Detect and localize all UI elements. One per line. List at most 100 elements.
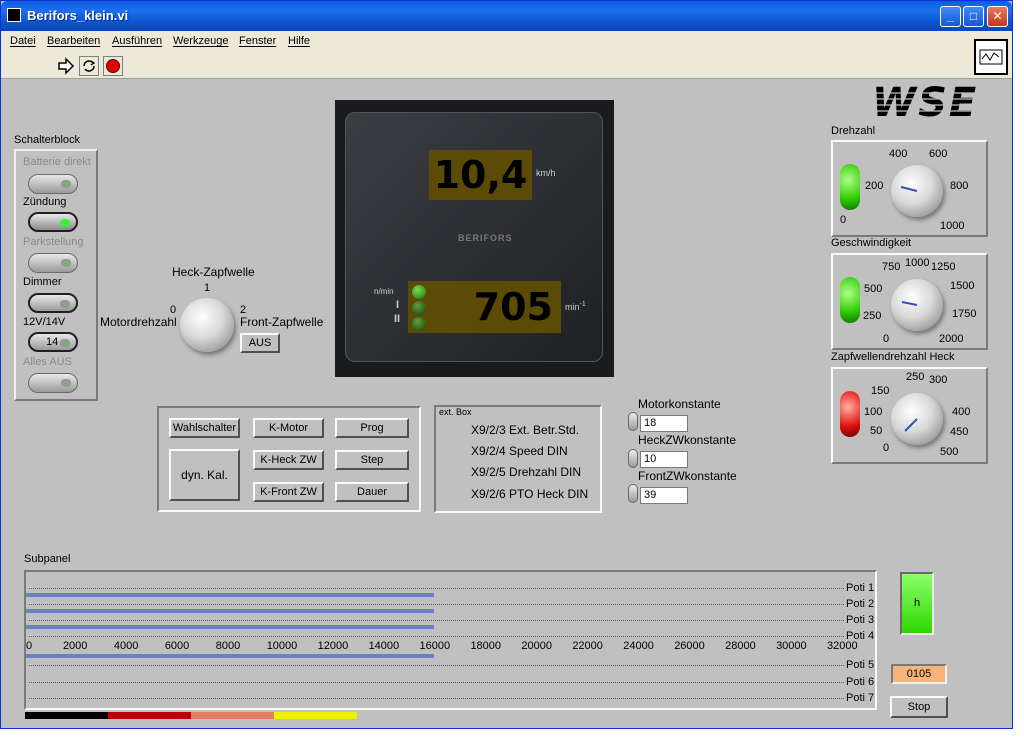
switch-alles-aus[interactable] <box>28 373 78 393</box>
zapfwelle-tick: 500 <box>940 446 959 458</box>
abort-execution-icon[interactable] <box>103 56 123 76</box>
dauer-button[interactable]: Dauer <box>335 482 409 502</box>
poti-scale-label: 32000 <box>827 640 858 652</box>
menu-datei[interactable]: Datei <box>10 35 36 47</box>
title-bar[interactable]: Berifors_klein.vi _ □ ✕ <box>1 1 1012 31</box>
zapfwelle-knob[interactable] <box>891 393 943 445</box>
color-strip <box>25 712 357 719</box>
k-motor-button[interactable]: K-Motor <box>253 418 324 438</box>
poti-track[interactable] <box>29 665 844 666</box>
poti-scale-label: 14000 <box>368 640 400 652</box>
poti-label: Poti 7 <box>846 692 875 704</box>
zapfwelle-tick: 50 <box>870 425 883 437</box>
gauge-drehzahl-title: Drehzahl <box>831 125 876 137</box>
geschwindigkeit-tick: 1500 <box>950 280 975 292</box>
gauge-zapfwelle: 0 50 100 150 250 300 400 450 500 <box>831 367 988 464</box>
geschwindigkeit-tick: 2000 <box>939 333 964 345</box>
switch-label-dimmer: Dimmer <box>23 276 62 288</box>
row-label-ii: II <box>394 313 401 325</box>
heckzwkonstante-input[interactable]: 10 <box>640 451 688 468</box>
poti-3-bar[interactable] <box>26 625 434 629</box>
minimize-button[interactable]: _ <box>940 6 961 27</box>
row-label-i: I <box>396 299 400 311</box>
poti-track[interactable] <box>29 636 844 637</box>
geschwindigkeit-led <box>840 277 860 323</box>
heckzwkonstante-label: HeckZWkonstante <box>638 433 737 447</box>
speed-unit: km/h <box>536 168 556 178</box>
switch-batterie-direkt[interactable] <box>28 174 78 194</box>
zapfwelle-tick: 300 <box>929 374 948 386</box>
k-front-zw-button[interactable]: K-Front ZW <box>253 482 324 502</box>
drehzahl-knob[interactable] <box>891 165 943 217</box>
frontzwkonstante-spinner[interactable] <box>628 484 638 503</box>
berifors-display: 10,4 km/h BERIFORS 705 min-1 n/min I II <box>335 100 614 377</box>
stop-button[interactable]: Stop <box>890 696 948 718</box>
motorkonstante-label: Motorkonstante <box>638 397 721 411</box>
switch-parkstellung[interactable] <box>28 253 78 273</box>
ext-box-title: ext. Box <box>439 407 472 417</box>
menu-ausfuehren[interactable]: Ausführen <box>112 35 162 47</box>
ext-box-panel: ext. Box X9/2/3 Ext. Betr.Std. X9/2/4 Sp… <box>434 405 602 513</box>
switch-label-batterie: Batterie direkt <box>23 156 91 168</box>
zapfwelle-selector-knob[interactable] <box>180 298 234 352</box>
poti-track[interactable] <box>29 698 844 699</box>
zapfwelle-tick: 0 <box>883 442 890 454</box>
menu-bearbeiten[interactable]: Bearbeiten <box>47 35 100 47</box>
close-button[interactable]: ✕ <box>987 6 1008 27</box>
poti-scale-label: 12000 <box>317 640 349 652</box>
run-arrow-icon[interactable] <box>56 56 76 76</box>
switch-label-12v14v: 12V/14V <box>23 316 66 328</box>
indicator-led-1 <box>412 285 426 299</box>
k-heck-zw-button[interactable]: K-Heck ZW <box>253 450 324 470</box>
gauge-drehzahl: 0 200 400 600 800 1000 <box>831 140 988 237</box>
subpanel-title: Subpanel <box>24 553 71 565</box>
ext-box-line: X9/2/3 Ext. Betr.Std. <box>471 423 580 437</box>
run-continuously-icon[interactable] <box>79 56 99 76</box>
dyn-kal-button[interactable]: dyn. Kal. <box>169 449 240 501</box>
vi-connector-icon[interactable] <box>974 39 1008 75</box>
frontzwkonstante-input[interactable]: 39 <box>640 487 688 504</box>
zapfwelle-tick: 250 <box>906 371 925 383</box>
poti-1-bar[interactable] <box>26 593 434 597</box>
brand-label: BERIFORS <box>458 233 513 243</box>
heckzwkonstante-spinner[interactable] <box>628 449 638 468</box>
geschwindigkeit-tick: 0 <box>883 333 890 345</box>
menu-werkzeuge[interactable]: Werkzeuge <box>173 35 228 47</box>
switch-12v14v[interactable]: 14 <box>28 332 78 352</box>
drehzahl-tick: 200 <box>865 180 884 192</box>
drehzahl-tick: 400 <box>889 148 908 160</box>
wahlschalter-button[interactable]: Wahlschalter <box>169 418 240 438</box>
poti-2-bar[interactable] <box>26 609 434 613</box>
switch-dimmer[interactable] <box>28 293 78 313</box>
poti-scale-label: 30000 <box>776 640 807 652</box>
poti-track[interactable] <box>29 588 844 589</box>
menu-hilfe[interactable]: Hilfe <box>288 35 310 47</box>
geschwindigkeit-knob[interactable] <box>891 279 943 331</box>
poti-scale-label: 10000 <box>266 640 298 652</box>
counter-display: 0105 <box>891 664 947 684</box>
switch-zuendung[interactable] <box>28 212 78 232</box>
strip-segment-red <box>108 712 191 719</box>
window-title: Berifors_klein.vi <box>27 8 129 23</box>
maximize-button[interactable]: □ <box>963 6 984 27</box>
prog-button[interactable]: Prog <box>335 418 409 438</box>
poti-scale-label: 16000 <box>419 640 451 652</box>
poti-scale: 0 2000 4000 6000 8000 10000 12000 14000 16000 180… <box>26 640 858 654</box>
poti-track[interactable] <box>29 620 844 621</box>
motorkonstante-input[interactable]: 18 <box>640 415 688 432</box>
poti-track[interactable] <box>29 604 844 605</box>
geschwindigkeit-tick: 1750 <box>952 308 977 320</box>
poti-scale-label: 6000 <box>164 640 190 652</box>
menu-fenster[interactable]: Fenster <box>239 35 276 47</box>
drehzahl-tick: 600 <box>929 148 948 160</box>
geschwindigkeit-tick: 250 <box>863 310 882 322</box>
poti-track[interactable] <box>29 682 844 683</box>
aus-button[interactable]: AUS <box>240 333 280 353</box>
step-button[interactable]: Step <box>335 450 409 470</box>
geschwindigkeit-tick: 1000 <box>905 257 930 269</box>
poti-scale-label: 22000 <box>572 640 603 652</box>
poti-4-bar[interactable] <box>26 654 434 658</box>
gauge-geschwindigkeit: 0 250 500 750 1000 1250 1500 1750 2000 <box>831 253 988 350</box>
zapfwelle-tick: 100 <box>864 406 883 418</box>
motorkonstante-spinner[interactable] <box>628 412 638 431</box>
